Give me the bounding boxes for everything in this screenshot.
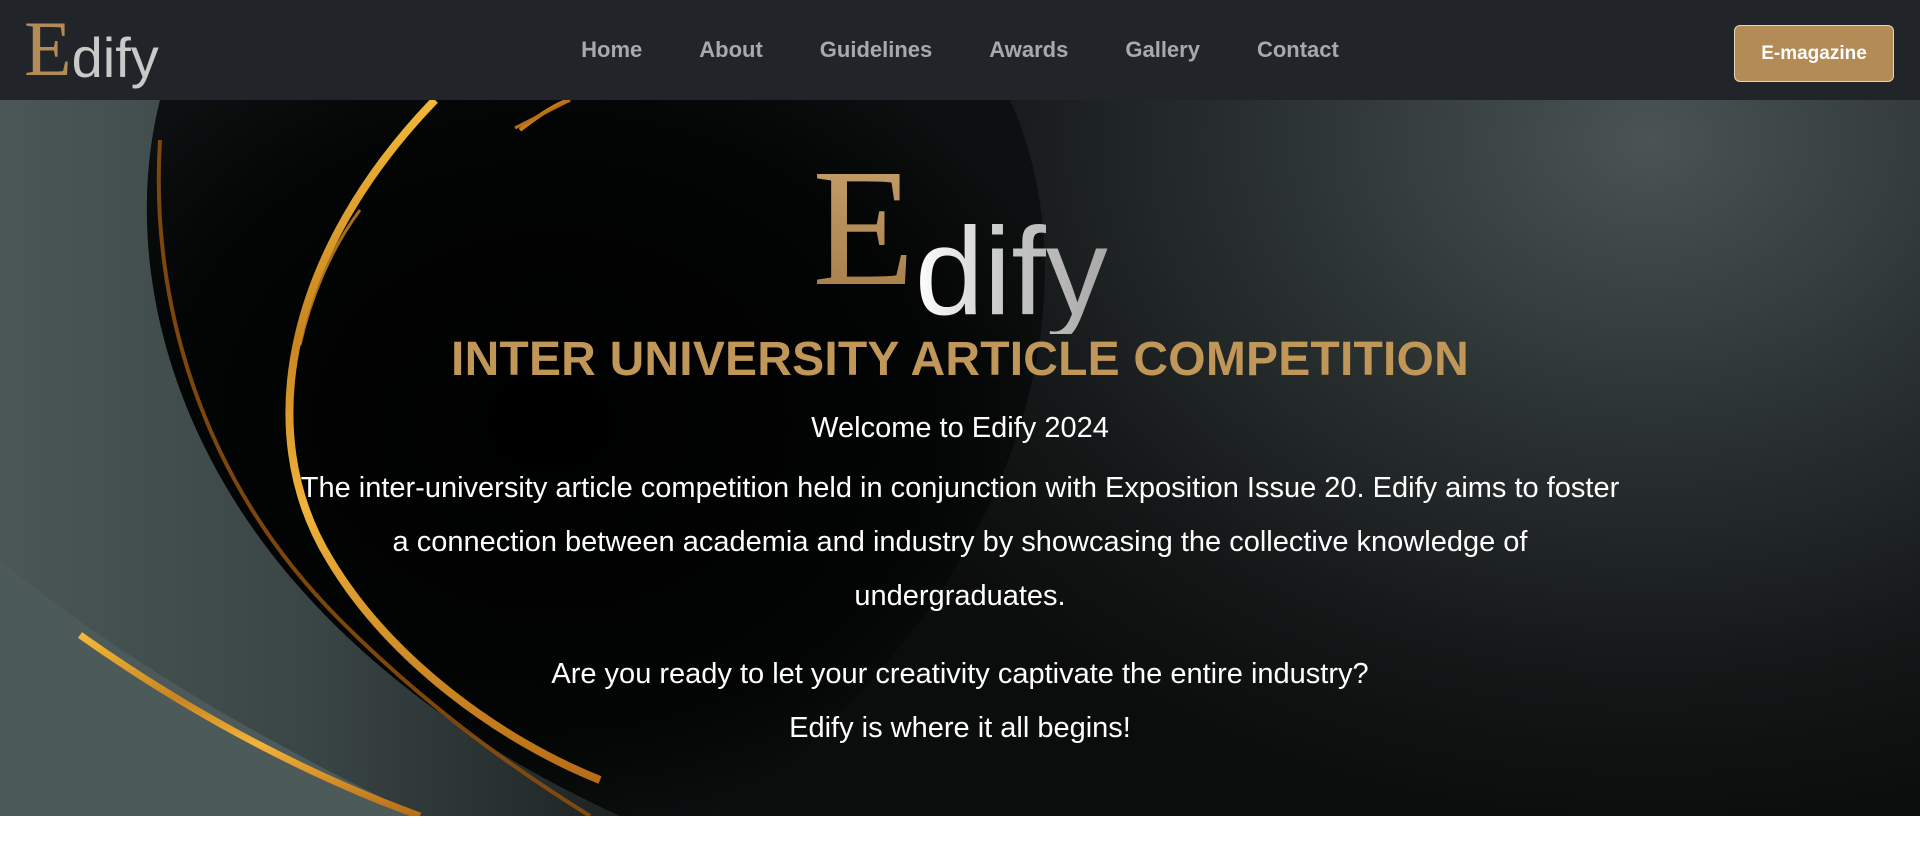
main-nav: Home About Guidelines Awards Gallery Con… bbox=[0, 0, 1920, 100]
hero-heading: INTER UNIVERSITY ARTICLE COMPETITION bbox=[451, 333, 1469, 386]
nav-link-contact[interactable]: Contact bbox=[1228, 37, 1367, 63]
hero-welcome-text: Welcome to Edify 2024 bbox=[811, 412, 1109, 444]
hero-content: Edify INTER UNIVERSITY ARTICLE COMPETITI… bbox=[0, 100, 1920, 816]
nav-link-home[interactable]: Home bbox=[553, 37, 671, 63]
nav-link-about[interactable]: About bbox=[671, 37, 792, 63]
hero-logo-text: dify bbox=[914, 203, 1108, 341]
hero-question: Are you ready to let your creativity cap… bbox=[551, 658, 1369, 690]
hero-logo-initial: E bbox=[812, 135, 915, 321]
hero-section: Edify INTER UNIVERSITY ARTICLE COMPETITI… bbox=[0, 100, 1920, 816]
hero-logo: Edify bbox=[0, 135, 1920, 334]
nav-link-awards[interactable]: Awards bbox=[961, 37, 1097, 63]
e-magazine-button[interactable]: E-magazine bbox=[1734, 25, 1894, 82]
hero-tagline: Edify is where it all begins! bbox=[789, 712, 1131, 744]
nav-link-guidelines[interactable]: Guidelines bbox=[791, 37, 960, 63]
navbar: Edify Home About Guidelines Awards Galle… bbox=[0, 0, 1920, 100]
nav-link-gallery[interactable]: Gallery bbox=[1097, 37, 1229, 63]
hero-description: The inter-university article competition… bbox=[300, 472, 1620, 612]
